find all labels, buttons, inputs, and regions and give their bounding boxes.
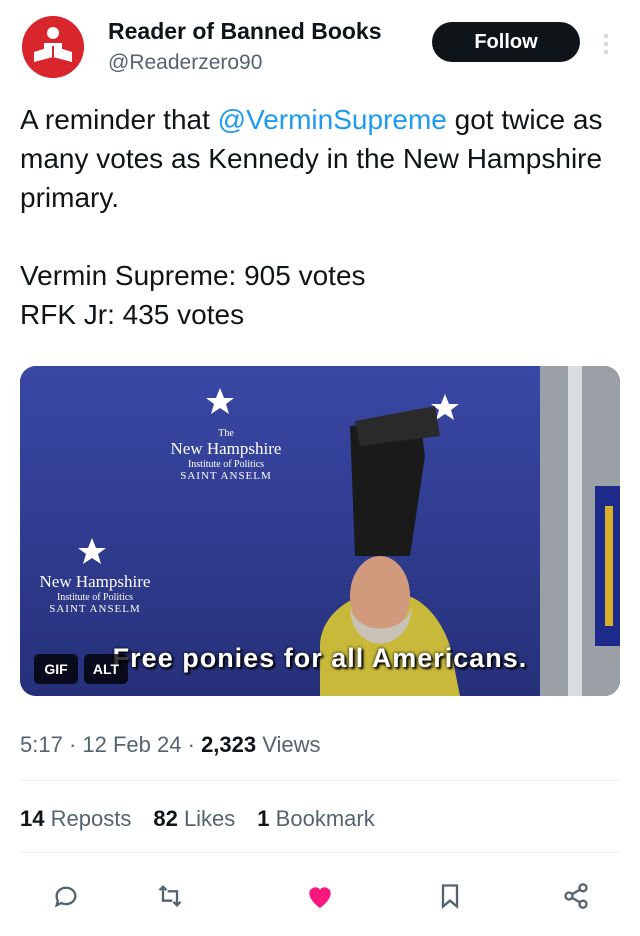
likes-label: Likes [183, 806, 236, 831]
backdrop-title: New Hampshire [170, 439, 282, 458]
tweet-meta: 5:17 · 12 Feb 24 · 2,323 Views [20, 732, 321, 758]
divider [20, 780, 620, 781]
mention-link[interactable]: @VerminSupreme [218, 104, 447, 135]
bookmarks-label: Bookmark [275, 806, 375, 831]
meta-separator-2: · [187, 732, 195, 757]
views-label: Views [262, 732, 321, 757]
more-options-icon[interactable] [596, 30, 616, 58]
reposts-stat[interactable]: 14 Reposts [20, 806, 131, 832]
backdrop-small-text: The [218, 428, 234, 439]
reply-icon[interactable] [46, 876, 86, 916]
backdrop-logo-2: New Hampshire Institute of Politics SAIN… [20, 572, 170, 615]
avatar[interactable] [22, 16, 84, 78]
bookmarks-count: 1 [257, 806, 270, 831]
tweet-text-start: A reminder that [20, 104, 218, 135]
author-handle[interactable]: @Readerzero90 [108, 51, 262, 75]
reader-logo-icon [22, 16, 84, 78]
meta-separator: · [68, 732, 77, 757]
backdrop-college-2: SAINT ANSELM [49, 603, 141, 615]
backdrop-logo: The New Hampshire Institute of Politics … [156, 428, 296, 482]
bookmark-icon[interactable] [430, 876, 470, 916]
repost-icon[interactable] [150, 876, 190, 916]
tweet-time[interactable]: 5:17 [20, 732, 63, 757]
gif-badge: GIF [34, 654, 78, 684]
reposts-label: Reposts [50, 806, 132, 831]
likes-stat[interactable]: 82 Likes [153, 806, 235, 832]
like-icon[interactable] [300, 876, 340, 916]
engagement-stats: 14 Reposts 82 Likes 1 Bookmark [20, 806, 375, 832]
backdrop-college: SAINT ANSELM [180, 470, 272, 482]
share-icon[interactable] [556, 876, 596, 916]
vote-line-vermin: Vermin Supreme: 905 votes [20, 260, 366, 291]
vote-line-rfk: RFK Jr: 435 votes [20, 299, 245, 330]
tweet-date[interactable]: 12 Feb 24 [82, 732, 181, 757]
bookmarks-stat[interactable]: 1 Bookmark [257, 806, 374, 832]
backdrop-subtitle-2: Institute of Politics [56, 592, 134, 603]
alt-badge[interactable]: ALT [84, 654, 128, 684]
follow-button[interactable]: Follow [432, 22, 580, 62]
backdrop-subtitle: Institute of Politics [187, 459, 265, 470]
gif-media[interactable]: The New Hampshire Institute of Politics … [20, 366, 620, 696]
backdrop-title-2: New Hampshire [39, 572, 151, 591]
author-name[interactable]: Reader of Banned Books [108, 18, 382, 45]
views-count: 2,323 [201, 732, 257, 757]
divider-2 [20, 852, 620, 853]
tweet-text: A reminder that @VerminSupreme got twice… [20, 100, 620, 334]
reposts-count: 14 [20, 806, 45, 831]
likes-count: 82 [153, 806, 178, 831]
